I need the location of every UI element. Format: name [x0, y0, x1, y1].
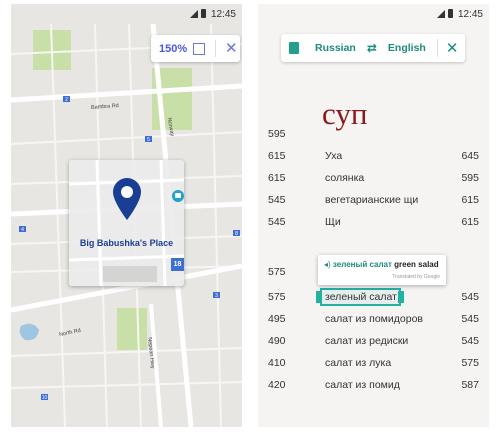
- battery-icon: [201, 9, 206, 18]
- menu-title: суп: [322, 96, 368, 131]
- left-price: 545: [268, 216, 286, 228]
- left-price: 595: [268, 128, 286, 140]
- zoom-control: 150% ✕: [151, 35, 240, 62]
- right-price: 615: [461, 216, 479, 228]
- swap-icon[interactable]: ⇄: [367, 41, 377, 55]
- svg-text:2: 2: [65, 97, 68, 103]
- route-badge: 18: [171, 258, 184, 271]
- dish-name[interactable]: салат из редиски: [325, 335, 408, 347]
- right-price: 575: [461, 357, 479, 369]
- svg-text:5: 5: [147, 137, 150, 143]
- status-time: 12:45: [457, 9, 483, 20]
- translate-screen: 12:45 Russian ⇄ English ✕ суп 595 615 Ух…: [258, 4, 489, 427]
- divider: [215, 40, 216, 57]
- left-price: 615: [268, 172, 286, 184]
- target-language-button[interactable]: English: [388, 42, 426, 54]
- svg-text:3: 3: [215, 293, 218, 299]
- svg-text:8: 8: [235, 231, 238, 237]
- dish-name[interactable]: вегетарианские щи: [325, 194, 418, 206]
- left-price: 575: [268, 266, 286, 278]
- signal-icon: [437, 10, 445, 18]
- road-bambra: [11, 83, 242, 103]
- right-price: 615: [461, 194, 479, 206]
- status-bar: 12:45: [258, 4, 489, 24]
- document-icon[interactable]: [289, 42, 299, 54]
- svg-text:10: 10: [42, 395, 48, 401]
- right-price: 645: [461, 150, 479, 162]
- close-icon[interactable]: ✕: [225, 41, 238, 56]
- menu-row: 575 зеленый салат 545: [258, 291, 489, 311]
- translation-popup[interactable]: ◂) зеленый салат green salad Translated …: [318, 255, 446, 285]
- location-pin-icon[interactable]: [112, 177, 142, 221]
- dish-name-selected[interactable]: зеленый салат: [325, 291, 397, 303]
- left-price: 615: [268, 150, 286, 162]
- left-price: 575: [268, 291, 286, 303]
- right-price: 545: [461, 335, 479, 347]
- menu-row: 595: [258, 128, 489, 148]
- dish-name[interactable]: солянка: [325, 172, 364, 184]
- left-price: 490: [268, 335, 286, 347]
- zoom-level[interactable]: 150%: [159, 43, 189, 55]
- left-price: 495: [268, 313, 286, 325]
- dish-name[interactable]: салат из лука: [325, 357, 391, 369]
- right-price: 545: [461, 291, 479, 303]
- popup-line: ◂) зеленый салат green salad: [324, 260, 439, 269]
- source-language-button[interactable]: Russian: [315, 42, 356, 54]
- left-price: 420: [268, 379, 286, 391]
- menu-row: 545 вегетарианские щи 615: [258, 194, 489, 214]
- lake-area: [19, 323, 39, 341]
- close-icon[interactable]: ✕: [446, 41, 459, 56]
- battery-icon: [448, 9, 453, 18]
- popup-credit: Translated by Google: [392, 274, 440, 280]
- status-time: 12:45: [210, 9, 236, 20]
- popup-target-text: green salad: [394, 260, 439, 269]
- menu-row: 615 Уха 645: [258, 150, 489, 170]
- place-card[interactable]: Big Babushka's Place 18: [69, 160, 184, 286]
- park-area: [117, 308, 147, 350]
- signal-icon: [190, 10, 198, 18]
- translate-toolbar: Russian ⇄ English ✕: [281, 34, 465, 62]
- menu-row: 490 салат из редиски 545: [258, 335, 489, 355]
- status-bar: 12:45: [11, 4, 242, 24]
- right-price: 587: [461, 379, 479, 391]
- right-price: 595: [461, 172, 479, 184]
- place-name: Big Babushka's Place: [79, 238, 174, 248]
- expand-icon[interactable]: [193, 42, 205, 55]
- menu-row: 420 салат из помид 587: [258, 379, 489, 399]
- left-price: 410: [268, 357, 286, 369]
- dish-name[interactable]: Уха: [325, 150, 342, 162]
- menu-row: 495 салат из помидоров 545: [258, 313, 489, 333]
- dish-name[interactable]: Щи: [325, 216, 341, 228]
- bus-stop-icon[interactable]: [172, 190, 184, 202]
- divider: [436, 39, 438, 57]
- svg-text:4: 4: [21, 227, 24, 233]
- dish-name[interactable]: салат из помид: [325, 379, 400, 391]
- right-price: 545: [461, 313, 479, 325]
- popup-source-text: зеленый салат: [332, 260, 392, 269]
- menu-row: 615 солянка 595: [258, 172, 489, 192]
- left-price: 545: [268, 194, 286, 206]
- map-screen: 2 5 4 8 3 10 Bambra Rd Norway North Rd N…: [11, 4, 242, 427]
- speaker-icon[interactable]: ◂): [324, 260, 331, 269]
- menu-row: 410 салат из лука 575: [258, 357, 489, 377]
- menu-row: 545 Щи 615: [258, 216, 489, 236]
- dish-name[interactable]: салат из помидоров: [325, 313, 423, 325]
